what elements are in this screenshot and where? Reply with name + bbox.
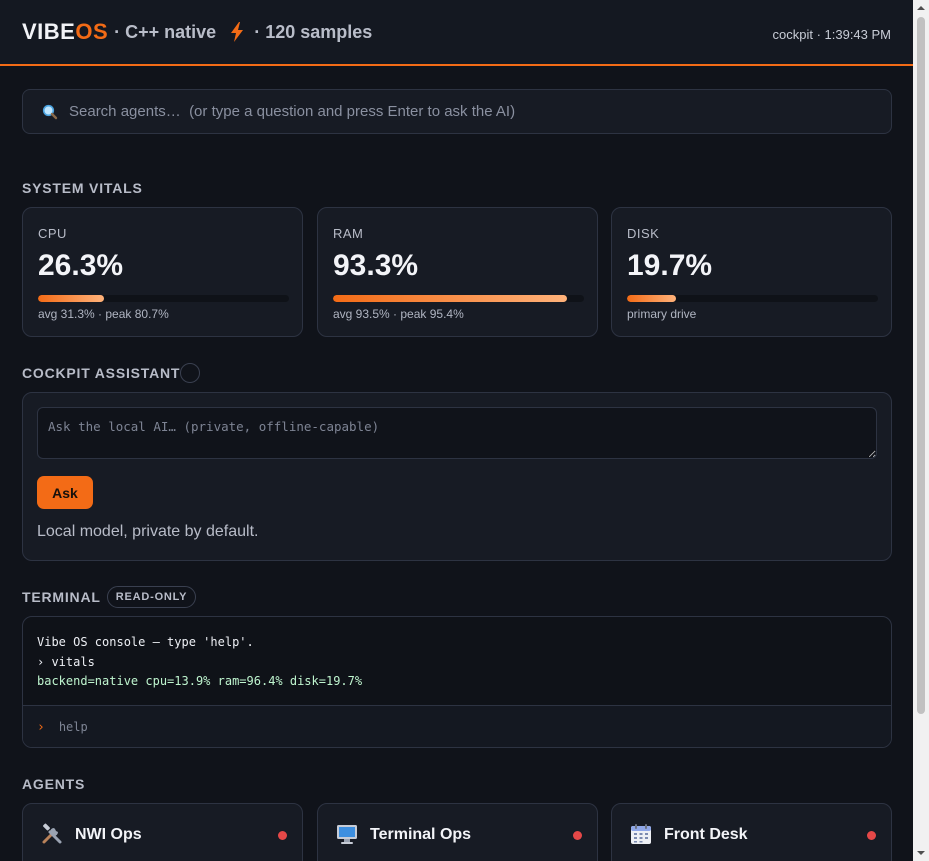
tools-icon (42, 823, 62, 844)
monitor-icon (337, 825, 357, 844)
assistant-note: Local model, private by default. (37, 523, 259, 540)
search-bar[interactable] (22, 89, 892, 134)
page-scrollbar[interactable] (913, 0, 929, 861)
read-only-badge: READ-ONLY (106, 586, 197, 608)
brand-os: OS (75, 19, 109, 44)
page: VIBE OS · C++ native · 120 samples cockpi… (0, 0, 913, 861)
assistant-heading: COCKPIT ASSISTANT (22, 365, 181, 381)
vital-sub: avg 31.3% · peak 80.7% (38, 307, 169, 321)
agents-heading: AGENTS (22, 776, 86, 792)
assistant-heading-row: COCKPIT ASSISTANT (22, 363, 201, 383)
vital-bar-fill (38, 295, 104, 302)
brand: VIBE OS · C++ native · 120 samples (22, 19, 372, 45)
terminal-output: Vibe OS console — type 'help'. › vitals … (23, 617, 891, 705)
terminal-panel: Vibe OS console — type 'help'. › vitals … (22, 616, 892, 748)
terminal-heading: TERMINAL (22, 589, 101, 605)
vital-bar-fill (333, 295, 568, 302)
agent-card-nwi-ops[interactable]: NWI Ops (22, 803, 303, 861)
vital-value: 19.7% (627, 249, 713, 282)
scrollbar-thumb[interactable] (917, 17, 925, 714)
top-bar: VIBE OS · C++ native · 120 samples cockpi… (0, 0, 913, 66)
status-dot (573, 831, 582, 840)
ask-button[interactable]: Ask (37, 476, 93, 509)
vital-label: DISK (627, 226, 660, 241)
vital-sub: primary drive (627, 307, 697, 321)
search-input[interactable] (69, 103, 873, 120)
loading-spinner-icon (180, 363, 201, 383)
vital-card-cpu: CPU 26.3% avg 31.3% · peak 80.7% (22, 207, 303, 337)
status-dot (867, 831, 876, 840)
vitals-heading: SYSTEM VITALS (22, 180, 143, 196)
vital-bar (333, 295, 584, 302)
terminal-line: › vitals (37, 654, 95, 669)
scroll-up-arrow-icon[interactable] (913, 0, 929, 16)
terminal-heading-row: TERMINAL READ-ONLY (22, 586, 197, 608)
sample-count: · 120 samples (254, 21, 373, 42)
brand-vibe: VIBE (22, 19, 76, 44)
agent-card-terminal-ops[interactable]: Terminal Ops (317, 803, 598, 861)
assistant-panel: Ask Local model, private by default. (22, 392, 892, 561)
agent-name: NWI Ops (75, 826, 142, 843)
ask-input[interactable] (37, 407, 877, 459)
lightning-icon (231, 22, 244, 42)
status-dot (278, 831, 287, 840)
vital-bar (38, 295, 289, 302)
terminal-line: Vibe OS console — type 'help'. (37, 635, 254, 649)
vital-value: 93.3% (333, 249, 419, 282)
vital-bar-fill (627, 295, 677, 302)
vital-label: RAM (333, 226, 364, 241)
prompt-chevron-icon: › (37, 719, 45, 735)
terminal-input[interactable] (58, 720, 877, 734)
scroll-down-arrow-icon[interactable] (913, 845, 929, 861)
magnifier-icon (42, 104, 58, 119)
vital-value: 26.3% (38, 249, 124, 282)
vital-card-disk: DISK 19.7% primary drive (611, 207, 892, 337)
brand-meta: · C++ native (114, 21, 217, 42)
vital-card-ram: RAM 93.3% avg 93.5% · peak 95.4% (317, 207, 598, 337)
terminal-line: backend=native cpu=13.9% ram=96.4% disk=… (37, 674, 363, 688)
terminal-input-row: › (23, 705, 891, 747)
vital-label: CPU (38, 226, 67, 241)
vital-bar (627, 295, 878, 302)
calendar-icon (631, 824, 651, 844)
agent-name: Front Desk (664, 826, 748, 843)
header-status: cockpit · 1:39:43 PM (772, 26, 892, 42)
vital-sub: avg 93.5% · peak 95.4% (333, 307, 464, 321)
agent-name: Terminal Ops (370, 826, 472, 843)
agent-card-front-desk[interactable]: Front Desk (611, 803, 892, 861)
